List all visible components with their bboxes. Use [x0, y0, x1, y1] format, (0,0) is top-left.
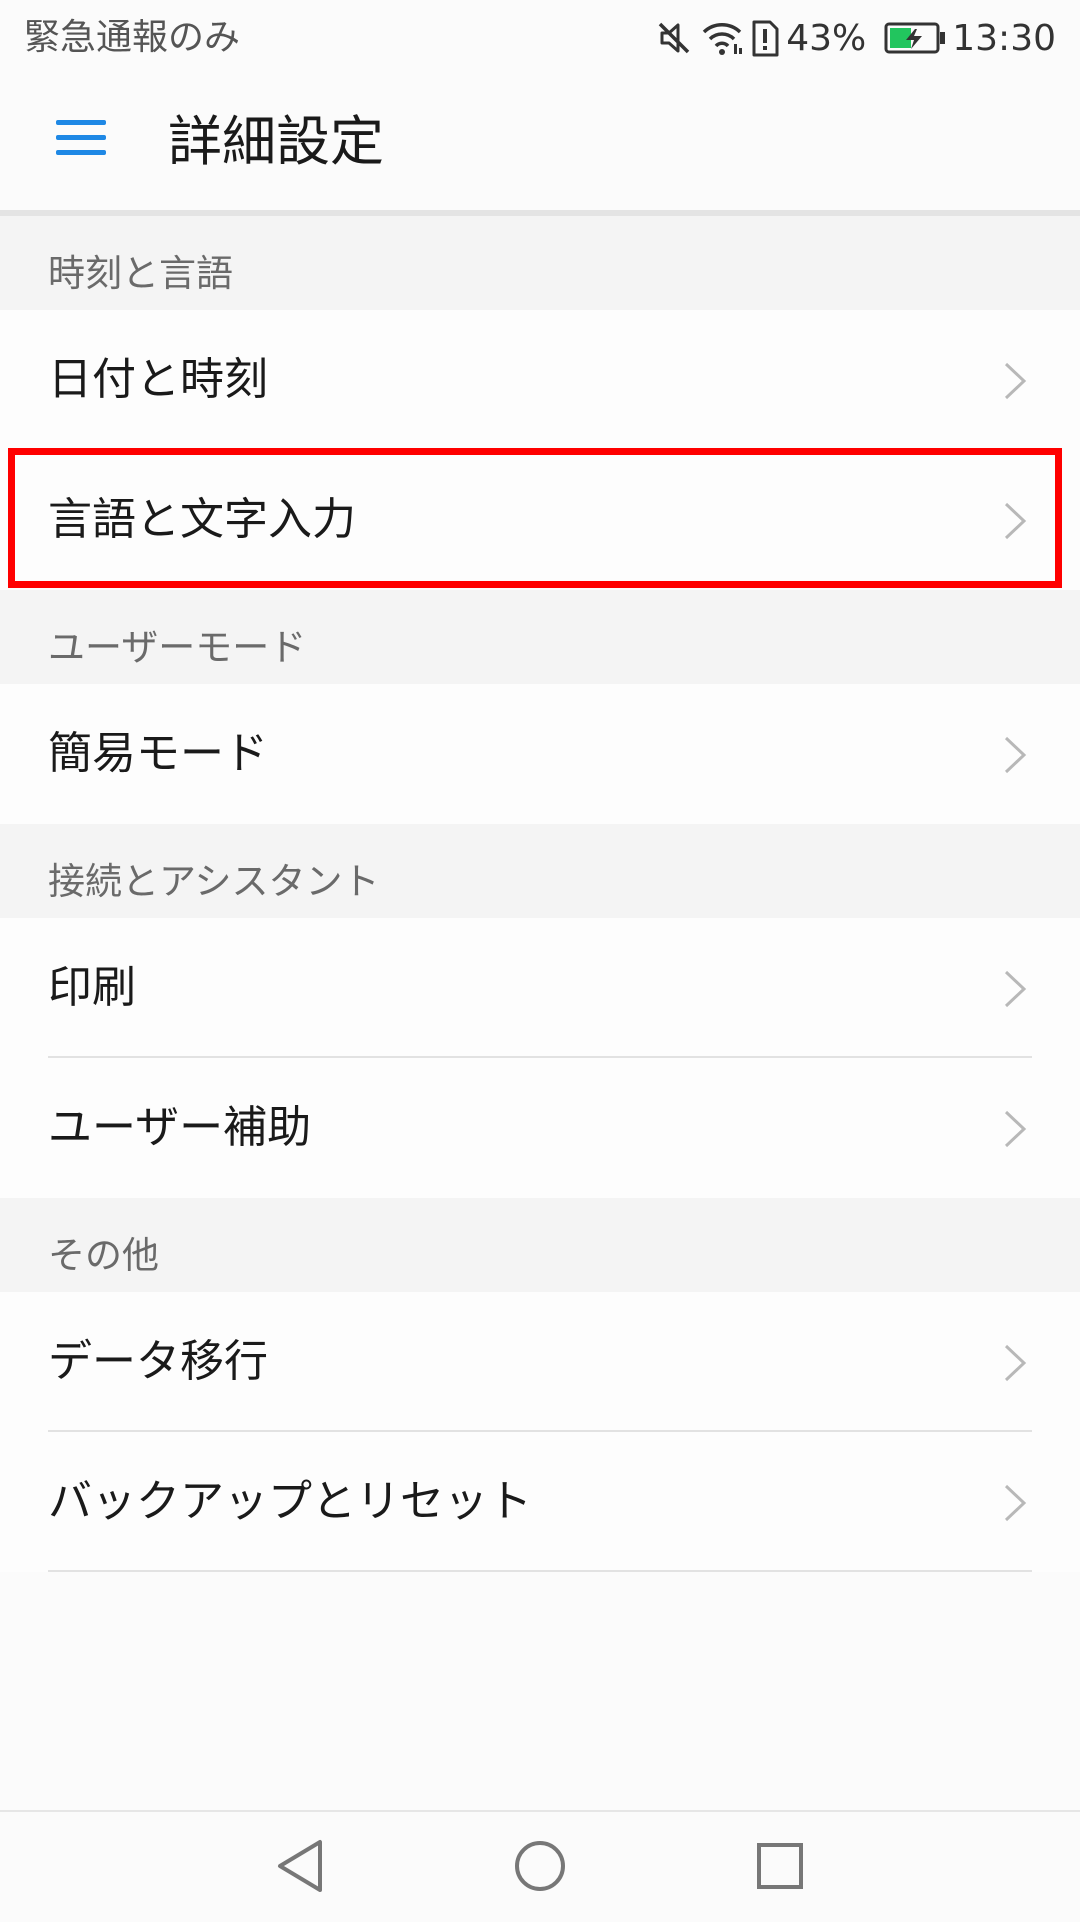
carrier-text: 緊急通報のみ [24, 17, 241, 58]
settings-item-backup-reset[interactable]: バックアップとリセット [0, 1432, 1080, 1572]
section-header-user-mode: ユーザーモード [0, 590, 1080, 684]
settings-item-label: バックアップとリセット [48, 1476, 532, 1527]
page-title: 詳細設定 [168, 110, 384, 173]
chevron-right-icon [1004, 1484, 1027, 1522]
chevron-right-icon [1004, 1344, 1027, 1382]
settings-item-date-time[interactable]: 日付と時刻 [0, 310, 1080, 450]
home-icon[interactable] [500, 1826, 580, 1906]
status-time: 13:30 [952, 17, 1056, 59]
chevron-right-icon [1004, 736, 1027, 774]
settings-item-label: データ移行 [48, 1336, 268, 1387]
settings-item-printing[interactable]: 印刷 [0, 918, 1080, 1058]
status-icons: 43% 13:30 [654, 12, 1056, 64]
battery-percent: 43% [786, 17, 867, 59]
settings-item-label: ユーザー補助 [48, 1102, 312, 1153]
back-icon[interactable] [260, 1826, 340, 1906]
section-header-label: その他 [48, 1234, 159, 1277]
section-header-time-language: 時刻と言語 [0, 216, 1080, 310]
chevron-right-icon [1004, 1110, 1027, 1148]
settings-item-label: 簡易モード [48, 728, 268, 779]
settings-item-data-transfer[interactable]: データ移行 [0, 1292, 1080, 1432]
recents-icon[interactable] [740, 1826, 820, 1906]
section-header-connection-assistant: 接続とアシスタント [0, 824, 1080, 918]
settings-list: 時刻と言語 日付と時刻 言語と文字入力 ユーザーモード 簡易モード 接続とアシス… [0, 216, 1080, 1572]
settings-item-accessibility[interactable]: ユーザー補助 [0, 1058, 1080, 1198]
settings-item-simple-mode[interactable]: 簡易モード [0, 684, 1080, 824]
chevron-right-icon [1004, 362, 1027, 400]
mute-icon [658, 22, 690, 54]
settings-item-language-input[interactable]: 言語と文字入力 [0, 450, 1080, 590]
chevron-right-icon [1004, 502, 1027, 540]
settings-item-label: 日付と時刻 [48, 354, 268, 405]
settings-item-label: 印刷 [48, 962, 136, 1013]
battery-charging-icon [884, 22, 946, 54]
navigation-bar [0, 1810, 1080, 1922]
hamburger-menu-icon[interactable] [50, 114, 112, 162]
section-header-label: ユーザーモード [48, 626, 307, 669]
section-header-other: その他 [0, 1198, 1080, 1292]
status-bar: 緊急通報のみ 43% 13:30 [0, 0, 1080, 76]
chevron-right-icon [1004, 970, 1027, 1008]
wifi-icon [703, 23, 743, 55]
app-bar: 詳細設定 [0, 76, 1080, 210]
section-header-label: 時刻と言語 [48, 252, 233, 295]
section-header-label: 接続とアシスタント [48, 860, 380, 903]
settings-item-label: 言語と文字入力 [48, 494, 356, 545]
sim-alert-icon [752, 20, 779, 57]
